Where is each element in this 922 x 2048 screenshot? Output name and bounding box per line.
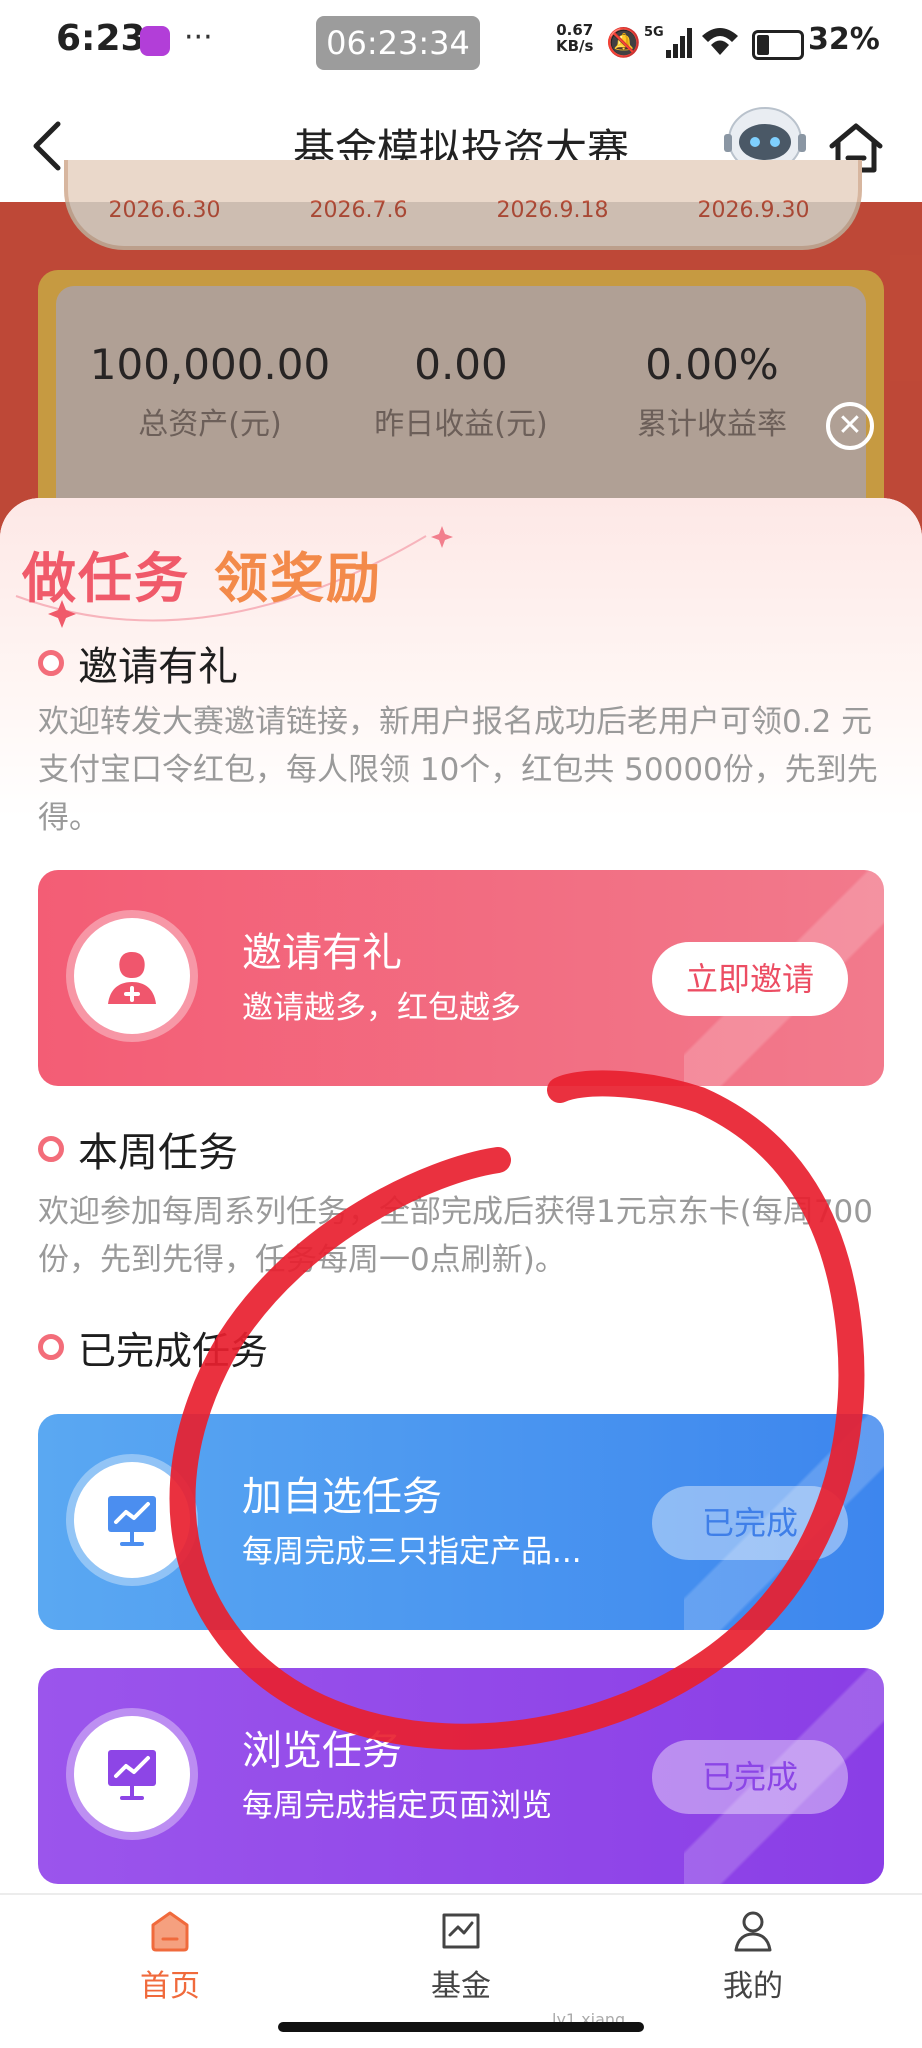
tab-fund-label: 基金 [431,1969,491,2004]
network-speed-unit: KB/s [556,37,594,55]
profile-tab-icon [734,1911,772,1952]
app-notification-icon [140,26,170,56]
completed-section-heading: 已完成任务 [38,1320,268,1375]
close-icon[interactable]: ✕ [826,402,874,450]
invite-description: 欢迎转发大赛邀请链接，新用户报名成功后老用户可领0.2 元支付宝口令红包，每人限… [38,704,878,836]
more-notifications-icon: ··· [184,20,213,55]
sheet-title-part2: 领奖励 [214,547,382,610]
weekly-description: 欢迎参加每周系列任务，全部完成后获得1元京东卡(每周700份，先到先得，任务每周… [38,1194,873,1278]
task-card-browse[interactable]: 浏览任务 每周完成指定页面浏览 已完成 [38,1668,884,1884]
sheet-title: 做任务 领奖励 [22,534,382,613]
task-title: 加自选任务 [242,1474,442,1520]
invite-card-title: 邀请有礼 [242,930,402,976]
invite-card-subtitle: 邀请越多，红包越多 [242,990,521,1026]
home-tab-icon [151,1911,189,1952]
task-card-favorites[interactable]: 加自选任务 每周完成三只指定产品... 已完成 [38,1414,884,1630]
screen-recorder-clock: 06:23:34 [316,16,480,70]
invite-now-button[interactable]: 立即邀请 [652,942,848,1016]
invite-card[interactable]: 邀请有礼 邀请越多，红包越多 立即邀请 [38,870,884,1086]
completed-heading-text: 已完成任务 [78,1329,269,1373]
tab-home[interactable]: 首页 [100,1909,240,2005]
tab-profile-label: 我的 [723,1969,783,2004]
battery-icon [752,30,804,60]
overlay-dim [0,202,922,542]
chart-board-icon [74,1462,190,1578]
sheet-title-part1: 做任务 [22,547,190,610]
cellular-signal-icon: 5G [644,25,692,58]
bullet-icon [38,650,64,676]
add-user-icon [74,918,190,1034]
bullet-icon [38,1136,64,1162]
task-completed-button[interactable]: 已完成 [652,1486,848,1560]
task-completed-button[interactable]: 已完成 [652,1740,848,1814]
battery-percent: 32% [808,22,880,57]
mute-icon: 🔕 [606,26,641,59]
task-subtitle: 每周完成三只指定产品... [242,1534,582,1570]
weekly-heading-text: 本周任务 [78,1130,238,1176]
tab-profile[interactable]: 我的 [683,1909,823,2005]
task-subtitle: 每周完成指定页面浏览 [242,1788,552,1824]
network-type: 5G [644,25,664,40]
task-sheet: 做任务 领奖励 邀请有礼 欢迎转发大赛邀请链接，新用户报名成功后老用户可领0.2 … [0,498,922,1898]
home-indicator[interactable] [278,2022,644,2032]
chart-board-icon [74,1716,190,1832]
tab-fund[interactable]: 基金 [391,1909,531,2005]
tab-home-label: 首页 [140,1969,200,2004]
weekly-section-heading: 本周任务 [38,1120,238,1178]
wifi-icon [702,28,738,55]
bottom-tab-bar: 首页 基金 我的 [0,1893,922,2010]
task-title: 浏览任务 [242,1728,402,1774]
status-time: 6:23 [56,18,146,59]
status-bar: 6:23 ··· 06:23:34 0.67 KB/s 🔕 5G 32% [0,0,922,90]
invite-section-heading: 邀请有礼 [38,634,238,692]
invite-heading-text: 邀请有礼 [78,644,238,690]
network-speed: 0.67 KB/s [556,22,593,54]
bullet-icon [38,1334,64,1360]
fund-tab-icon [442,1913,480,1949]
